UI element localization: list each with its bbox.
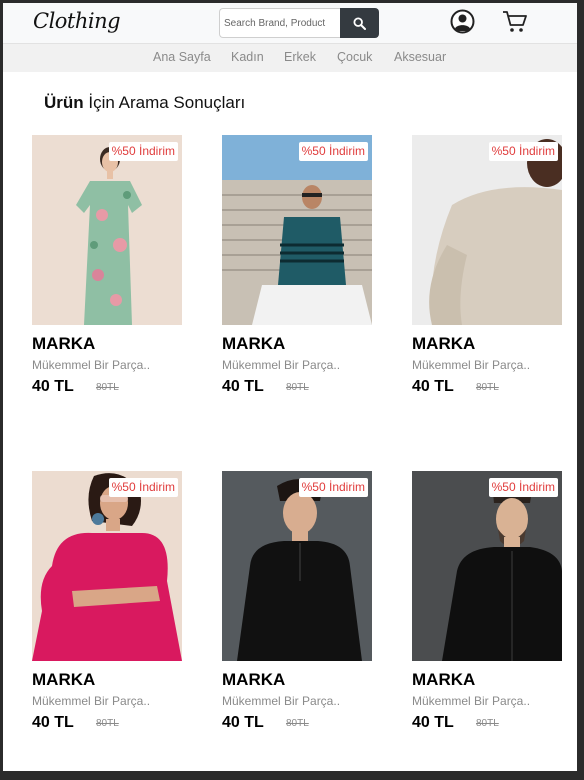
nav-item-cocuk[interactable]: Çocuk xyxy=(337,50,372,64)
product-old-price: 80TL xyxy=(286,718,309,729)
product-image[interactable] xyxy=(32,135,182,325)
product-old-price: 80TL xyxy=(476,382,499,393)
search-button[interactable] xyxy=(340,8,379,38)
product-card[interactable]: %50 İndirim MARKA Mükemmel Bir Parça.. 4… xyxy=(32,471,184,751)
product-price: 40 TL xyxy=(412,378,454,395)
nav-item-erkek[interactable]: Erkek xyxy=(284,50,316,64)
product-description: Mükemmel Bir Parça.. xyxy=(222,358,341,372)
product-image[interactable] xyxy=(412,471,562,661)
product-price: 40 TL xyxy=(222,714,264,731)
product-brand[interactable]: MARKA xyxy=(412,334,475,354)
product-brand[interactable]: MARKA xyxy=(412,670,475,690)
product-price: 40 TL xyxy=(412,714,454,731)
search-bar xyxy=(219,8,379,38)
product-card[interactable]: %50 İndirim MARKA Mükemmel Bir Parça.. 4… xyxy=(32,135,184,415)
discount-badge: %50 İndirim xyxy=(488,142,558,161)
product-image[interactable] xyxy=(412,135,562,325)
product-image[interactable] xyxy=(222,471,372,661)
product-description: Mükemmel Bir Parça.. xyxy=(222,694,341,708)
product-card[interactable]: %50 İndirim MARKA Mükemmel Bir Parça.. 4… xyxy=(412,471,564,751)
nav-item-ana-sayfa[interactable]: Ana Sayfa xyxy=(153,50,211,64)
page-title-bold: Ürün xyxy=(44,93,84,112)
discount-badge: %50 İndirim xyxy=(108,142,178,161)
product-old-price: 80TL xyxy=(476,718,499,729)
discount-badge: %50 İndirim xyxy=(298,478,368,497)
discount-badge: %50 İndirim xyxy=(488,478,558,497)
product-brand[interactable]: MARKA xyxy=(222,670,285,690)
product-price: 40 TL xyxy=(32,714,74,731)
product-card[interactable]: %50 İndirim MARKA Mükemmel Bir Parça.. 4… xyxy=(222,135,374,415)
product-brand[interactable]: MARKA xyxy=(32,670,95,690)
product-image[interactable] xyxy=(222,135,372,325)
product-brand[interactable]: MARKA xyxy=(32,334,95,354)
user-account-icon[interactable] xyxy=(450,9,475,34)
product-old-price: 80TL xyxy=(96,382,119,393)
category-nav: Ana Sayfa Kadın Erkek Çocuk Aksesuar xyxy=(3,43,577,72)
product-description: Mükemmel Bir Parça.. xyxy=(412,358,531,372)
logo[interactable]: Clothing xyxy=(33,9,121,33)
product-image[interactable] xyxy=(32,471,182,661)
discount-badge: %50 İndirim xyxy=(108,478,178,497)
product-old-price: 80TL xyxy=(286,382,309,393)
product-description: Mükemmel Bir Parça.. xyxy=(32,694,151,708)
page-title-rest: İçin Arama Sonuçları xyxy=(83,93,246,112)
product-card[interactable]: %50 İndirim MARKA Mükemmel Bir Parça.. 4… xyxy=(412,135,564,415)
product-brand[interactable]: MARKA xyxy=(222,334,285,354)
product-price: 40 TL xyxy=(32,378,74,395)
page-frame: Clothing Ana Sayfa Kadın Erkek Çocuk xyxy=(3,3,577,771)
shopping-cart-icon[interactable] xyxy=(502,10,529,34)
nav-item-kadin[interactable]: Kadın xyxy=(231,50,264,64)
nav-item-aksesuar[interactable]: Aksesuar xyxy=(394,50,446,64)
search-icon xyxy=(353,16,366,30)
product-card[interactable]: %50 İndirim MARKA Mükemmel Bir Parça.. 4… xyxy=(222,471,374,751)
product-old-price: 80TL xyxy=(96,718,119,729)
product-price: 40 TL xyxy=(222,378,264,395)
search-input[interactable] xyxy=(219,8,340,38)
page-title: Ürün İçin Arama Sonuçları xyxy=(44,93,245,113)
discount-badge: %50 İndirim xyxy=(298,142,368,161)
product-description: Mükemmel Bir Parça.. xyxy=(412,694,531,708)
product-description: Mükemmel Bir Parça.. xyxy=(32,358,151,372)
header: Clothing xyxy=(3,3,577,43)
